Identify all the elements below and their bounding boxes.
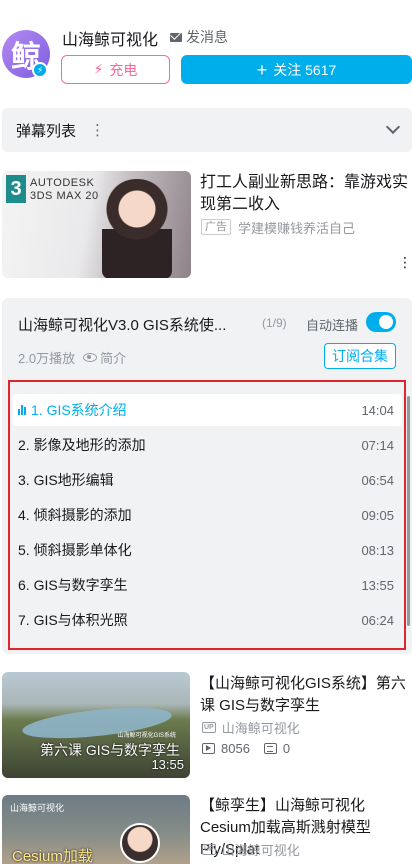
mail-icon	[170, 32, 182, 42]
danmaku-count-icon	[263, 743, 277, 754]
follow-label: 关注 5617	[273, 61, 337, 78]
episode-duration: 14:04	[361, 402, 394, 418]
episode-title: 1. GIS系统介绍	[31, 402, 127, 418]
playing-bars-icon	[18, 405, 26, 415]
ad-character-figure	[102, 179, 172, 278]
thumb-brand: 山海鲸可视化	[10, 803, 65, 813]
chevron-down-icon[interactable]	[385, 119, 401, 135]
episode-duration: 06:54	[361, 472, 394, 488]
video-uploader-name: 山海鲸可视化	[221, 721, 300, 736]
subscribe-collection-button[interactable]: 订阅合集	[324, 343, 396, 369]
lightning-icon: ⚡	[93, 61, 104, 77]
episode-item[interactable]: 5. 倾斜摄影单体化 08:13	[12, 534, 402, 566]
autoplay-toggle[interactable]	[366, 312, 396, 332]
episode-duration: 08:13	[361, 542, 394, 558]
video-uploader[interactable]: UP 山海鲸可视化	[202, 840, 300, 859]
episode-title: 3. GIS地形编辑	[18, 472, 114, 488]
episode-duration: 06:24	[361, 612, 394, 628]
ad-title[interactable]: 打工人副业新思路：靠游戏实现第二收入	[200, 172, 410, 216]
episode-item[interactable]: 3. GIS地形编辑 06:54	[12, 464, 402, 496]
autoplay-label: 自动连播	[306, 318, 359, 333]
character-avatar	[120, 823, 160, 863]
episode-item[interactable]: 7. GIS与体积光照 06:24	[12, 604, 402, 636]
episode-item[interactable]: 1. GIS系统介绍 14:04	[12, 394, 402, 426]
uploader-header: 鲸 ⚡ 山海鲸可视化 发消息 ⚡ 充电 + 关注 5617	[0, 0, 412, 100]
up-badge-icon: UP	[202, 722, 216, 733]
video-uploader[interactable]: UP 山海鲸可视化	[202, 718, 300, 737]
video-stats: 8056 0	[202, 741, 290, 756]
send-message-link[interactable]: 发消息	[170, 27, 228, 47]
collection-panel: 山海鲸可视化V3.0 GIS系统使... (1/9) 自动连播 2.0万播放 简…	[2, 298, 412, 654]
danmaku-count: 0	[282, 741, 291, 756]
play-count-icon	[202, 743, 215, 754]
thumb-subtitle: 山海鲸可视化GIS系统	[117, 733, 176, 739]
send-message-label: 发消息	[186, 29, 228, 45]
video-thumbnail[interactable]: 山海鲸可视化GIS系统 第六课 GIS与数字孪生 13:55	[2, 672, 190, 778]
video-duration: 13:55	[151, 757, 184, 772]
up-badge-icon: UP	[202, 844, 216, 855]
episode-item[interactable]: 4. 倾斜摄影的添加 09:05	[12, 499, 402, 531]
follow-button[interactable]: + 关注 5617	[181, 55, 412, 84]
episode-duration: 07:14	[361, 437, 394, 453]
video-title[interactable]: 【山海鲸可视化GIS系统】第六课 GIS与数字孪生	[200, 673, 410, 717]
video-thumbnail[interactable]: 山海鲸可视化 Cesium加载	[2, 795, 190, 864]
video-uploader-name: 山海鲸可视化	[221, 843, 300, 858]
collection-title[interactable]: 山海鲸可视化V3.0 GIS系统使...	[18, 314, 248, 335]
ad-tag-badge: 广告	[201, 219, 231, 235]
episode-duration: 09:05	[361, 507, 394, 523]
ad-thumbnail[interactable]: 3 AUTODESK 3DS MAX 20	[2, 171, 191, 278]
danmaku-list-bar[interactable]: 弹幕列表 ⋮	[2, 108, 412, 152]
ad-more-icon[interactable]: ⋮	[398, 255, 412, 269]
collection-views: 2.0万播放	[18, 351, 76, 366]
episode-item[interactable]: 2. 影像及地形的添加 07:14	[12, 429, 402, 461]
charge-label: 充电	[109, 61, 138, 78]
more-vertical-icon[interactable]: ⋮	[90, 121, 105, 139]
ad-source: 学建模赚钱养活自己	[238, 221, 356, 236]
episode-item[interactable]: 6. GIS与数字孪生 13:55	[12, 569, 402, 601]
episode-title: 5. 倾斜摄影单体化	[18, 542, 132, 558]
collection-progress: (1/9)	[262, 316, 287, 330]
episode-title: 4. 倾斜摄影的添加	[18, 507, 132, 523]
uploader-name[interactable]: 山海鲸可视化	[62, 26, 158, 50]
thumb-caption: Cesium加载	[12, 848, 93, 864]
episode-list: 1. GIS系统介绍 14:04 2. 影像及地形的添加 07:14 3. GI…	[8, 380, 410, 650]
autodesk-logo: 3	[6, 175, 26, 203]
intro-link[interactable]: 简介	[83, 348, 126, 367]
episode-duration: 13:55	[361, 577, 394, 593]
eye-icon	[83, 353, 98, 362]
episode-list-scrollbar[interactable]	[407, 396, 410, 626]
ad-thumb-brand: AUTODESK 3DS MAX 20	[30, 177, 99, 202]
episode-title: 6. GIS与数字孪生	[18, 577, 128, 593]
intro-label: 简介	[100, 351, 127, 366]
danmaku-list-title: 弹幕列表	[16, 122, 77, 140]
episode-title: 2. 影像及地形的添加	[18, 437, 146, 453]
episode-title: 7. GIS与体积光照	[18, 612, 128, 628]
charge-button[interactable]: ⚡ 充电	[61, 55, 170, 84]
plus-icon: +	[256, 59, 268, 80]
lightning-badge-icon: ⚡	[32, 62, 48, 78]
collection-meta: 2.0万播放 简介	[18, 348, 126, 367]
play-count: 8056	[221, 741, 250, 756]
